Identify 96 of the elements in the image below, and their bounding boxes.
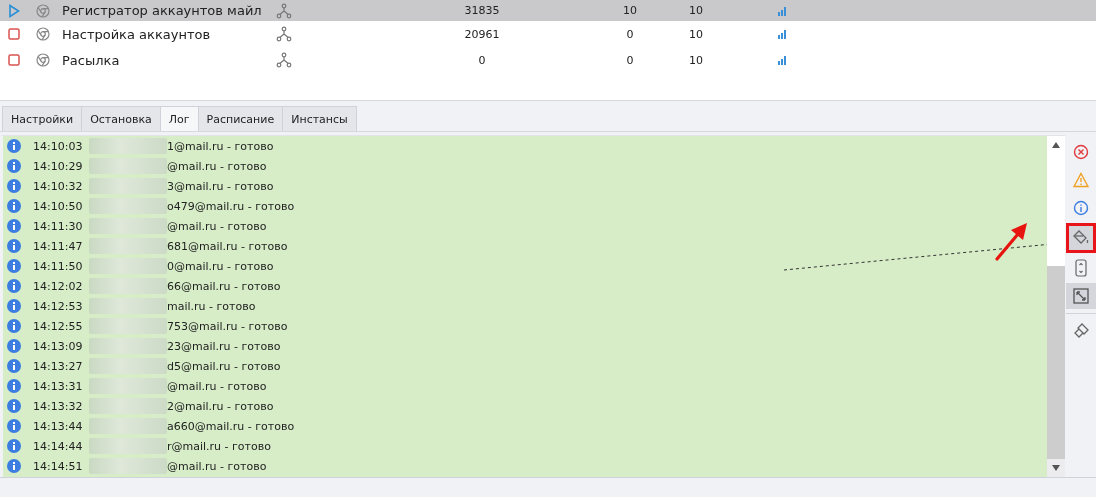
bar-chart-icon[interactable]: [777, 29, 787, 39]
log-time: 14:10:32: [33, 179, 84, 193]
log-time: 14:13:32: [33, 399, 84, 413]
log-message: r@mail.ru - готово: [167, 439, 271, 453]
log-message: @mail.ru - готово: [167, 379, 267, 393]
tab[interactable]: Лог: [159, 106, 199, 131]
table-cell-text: 10: [688, 4, 704, 17]
scroll-up-icon[interactable]: [1052, 142, 1060, 148]
table-cell-text: 0: [625, 27, 635, 41]
log-time: 14:14:44: [33, 439, 84, 453]
log-time: 14:12:53: [33, 299, 84, 313]
log-time: 14:11:47: [33, 239, 84, 253]
info-icon: [7, 379, 21, 393]
log-message: @mail.ru - готово: [167, 159, 267, 173]
info-icon: [7, 279, 21, 293]
info-icon: [7, 199, 21, 213]
log-message: 753@mail.ru - готово: [167, 319, 288, 333]
bar-chart-icon[interactable]: [777, 55, 787, 65]
log-message: 1@mail.ru - готово: [167, 139, 274, 153]
brush-icon: [1072, 323, 1089, 339]
task-row[interactable]: Расылка 0 0 10: [0, 47, 1096, 73]
info-icon: [7, 459, 21, 473]
log-time: 14:13:27: [33, 359, 84, 373]
log-time: 14:13:31: [33, 379, 84, 393]
toolbar-button[interactable]: [1065, 223, 1096, 253]
scroll-down-icon[interactable]: [1052, 465, 1060, 471]
browser-icon: [36, 53, 50, 67]
log-message: @mail.ru - готово: [167, 459, 267, 473]
branch-icon: [276, 2, 292, 19]
arrow: [994, 221, 1030, 261]
log-message: o479@mail.ru - готово: [167, 199, 295, 213]
info-icon: [7, 179, 21, 193]
log-time: 14:11:30: [33, 219, 84, 233]
toolbar-button[interactable]: [1065, 283, 1096, 309]
log-time: 14:10:29: [33, 159, 84, 173]
play-icon[interactable]: [8, 3, 20, 18]
info-icon: [1072, 200, 1089, 216]
browser-icon: [36, 27, 50, 41]
info-icon: [7, 139, 21, 153]
log-message: @mail.ru - готово: [167, 219, 267, 233]
log-time: 14:13:44: [33, 419, 84, 433]
task-count: 31835: [463, 4, 501, 17]
paint-bucket-icon: [1071, 230, 1090, 246]
info-icon: [7, 399, 21, 413]
info-icon: [7, 419, 21, 433]
info-icon: [7, 159, 21, 173]
log-message: 66@mail.ru - готово: [167, 279, 281, 293]
info-icon: [7, 319, 21, 333]
info-icon: [7, 339, 21, 353]
branch-icon: [276, 26, 292, 42]
error-icon: [1072, 144, 1089, 160]
info-icon: [7, 259, 21, 273]
scrollbar[interactable]: [1047, 136, 1065, 477]
log-message: 2@mail.ru - готово: [167, 399, 274, 413]
stop-icon[interactable]: [8, 28, 20, 40]
info-icon: [7, 219, 21, 233]
log-time: 14:12:55: [33, 319, 84, 333]
branch-icon: [276, 52, 292, 68]
stop-icon[interactable]: [8, 54, 20, 66]
tab[interactable]: Остановка: [81, 106, 161, 131]
log-message: 23@mail.ru - готово: [167, 339, 281, 353]
info-icon: [7, 299, 21, 313]
log-time: 14:10:50: [33, 199, 84, 213]
tab[interactable]: Настройки: [2, 106, 83, 131]
task-name: Регистратор аккаунтов майл: [62, 3, 263, 18]
browser-icon: [36, 3, 50, 18]
log-message: 0@mail.ru - готово: [167, 259, 274, 273]
log-message: mail.ru - готово: [167, 299, 256, 313]
task-row[interactable]: Регистратор аккаунтов майл 31835 10 10: [0, 0, 1096, 21]
warning-icon: [1072, 172, 1089, 188]
table-cell-text: 10: [622, 4, 638, 17]
task-name: Расылка: [62, 52, 121, 68]
log-message: 681@mail.ru - готово: [167, 239, 288, 253]
table-cell-text: 10: [688, 53, 704, 67]
log-time: 14:11:50: [33, 259, 84, 273]
tab[interactable]: Инстансы: [282, 106, 357, 131]
task-row[interactable]: Настройка аккаунтов 20961 0 10: [0, 21, 1096, 47]
table-cell-text: 0: [625, 53, 635, 67]
info-icon: [7, 239, 21, 253]
tab[interactable]: Расписание: [197, 106, 284, 131]
log-time: 14:13:09: [33, 339, 84, 353]
task-count: 0: [477, 53, 487, 67]
table-cell-text: 10: [688, 27, 704, 41]
log-time: 14:10:03: [33, 139, 84, 153]
info-icon: [7, 359, 21, 373]
expand-icon: [1072, 288, 1089, 304]
bar-chart-icon[interactable]: [777, 5, 787, 16]
info-icon: [7, 439, 21, 453]
task-name: Настройка аккаунтов: [62, 26, 212, 42]
log-message: 3@mail.ru - готово: [167, 179, 274, 193]
log-time: 14:12:02: [33, 279, 84, 293]
log-message: a660@mail.ru - готово: [167, 419, 295, 433]
scroll-icon: [1074, 259, 1087, 277]
task-count: 20961: [463, 27, 501, 41]
log-time: 14:14:51: [33, 459, 84, 473]
log-message: d5@mail.ru - готово: [167, 359, 281, 373]
